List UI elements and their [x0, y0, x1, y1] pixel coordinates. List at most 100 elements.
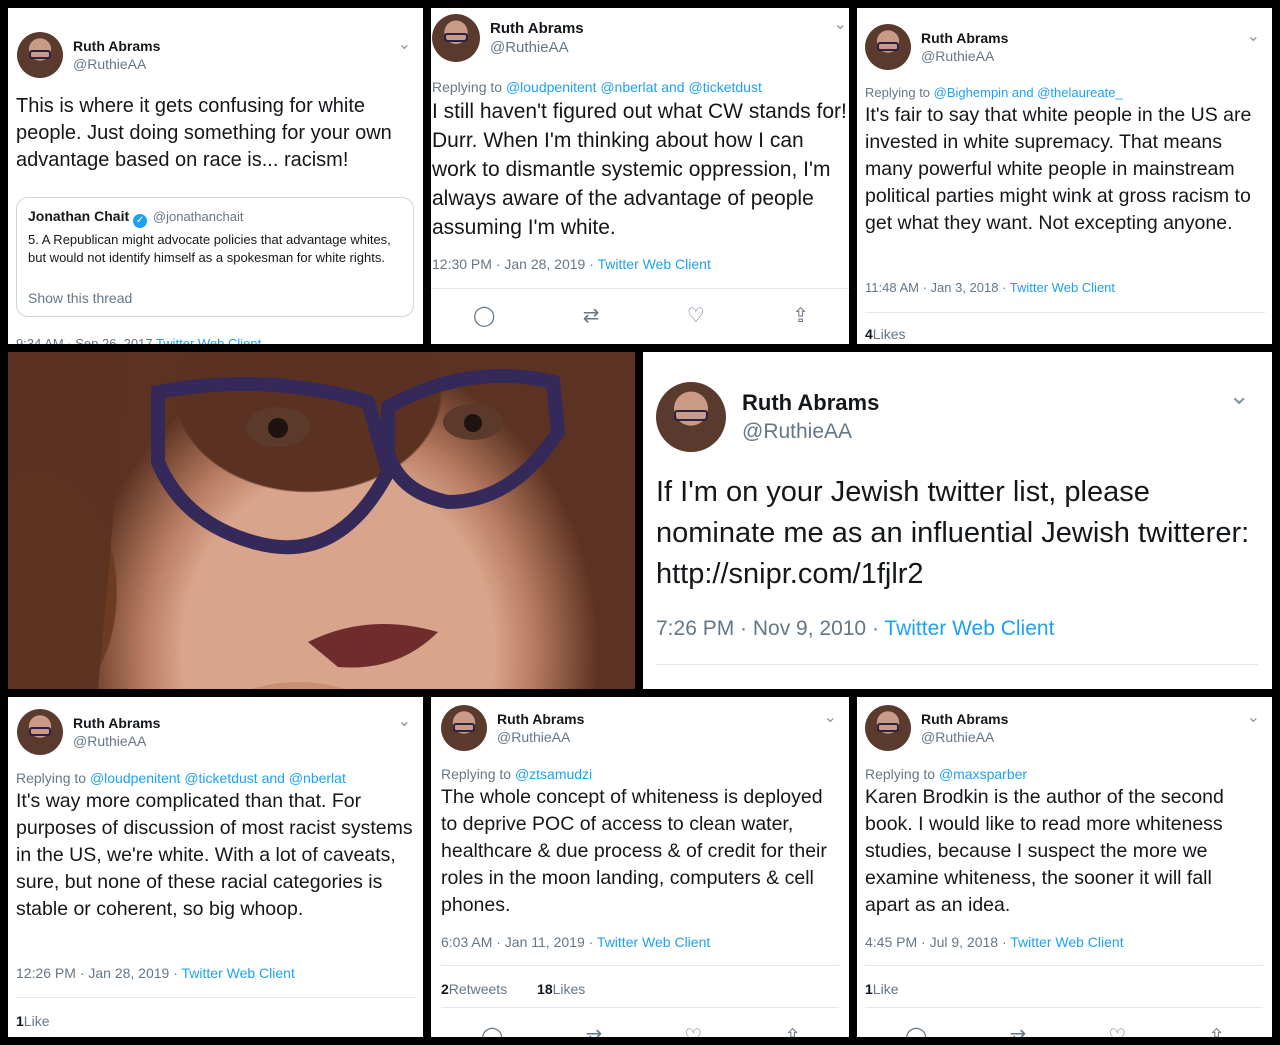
- chevron-down-icon[interactable]: ⌄: [398, 34, 411, 54]
- tweet-client-link[interactable]: Twitter Web Client: [156, 336, 261, 344]
- tweet-client-link[interactable]: Twitter Web Client: [1010, 280, 1115, 295]
- tweet-header: Ruth Abrams @RuthieAA: [432, 14, 584, 62]
- tweet-timestamp[interactable]: 7:26 PM · Nov 9, 2010 ·: [656, 617, 884, 640]
- avatar[interactable]: [432, 14, 480, 62]
- reply-icon[interactable]: ◯: [473, 303, 495, 328]
- likes-label: Like: [23, 1013, 50, 1029]
- author-handle[interactable]: @RuthieAA: [73, 733, 160, 749]
- tweet-timestamp[interactable]: 9:34 AM · Sep 26, 2017: [16, 336, 153, 344]
- chevron-down-icon[interactable]: ⌄: [1247, 26, 1260, 46]
- author-name[interactable]: Ruth Abrams: [497, 711, 584, 727]
- tweet-actions: ◯ ⇄ ♡ ⇪: [473, 303, 809, 328]
- tweet-meta: 12:26 PM · Jan 28, 2019 · Twitter Web Cl…: [16, 965, 295, 981]
- reply-icon[interactable]: ◯: [905, 1024, 927, 1037]
- likes-count: 18: [537, 981, 553, 997]
- replying-to-label: Replying to: [432, 79, 503, 95]
- chevron-down-icon[interactable]: ⌄: [824, 707, 837, 727]
- author-name[interactable]: Ruth Abrams: [742, 390, 879, 416]
- author-name[interactable]: Ruth Abrams: [921, 711, 1008, 727]
- retweets-label: Retweets: [448, 981, 508, 997]
- replying-to: Replying to @loudpenitent @nberlat and @…: [432, 79, 762, 95]
- tweet-client-link[interactable]: Twitter Web Client: [598, 256, 711, 272]
- like-icon[interactable]: ♡: [1108, 1024, 1126, 1037]
- tweet-header: Ruth Abrams @RuthieAA: [441, 705, 584, 751]
- tweet-client-link[interactable]: Twitter Web Client: [1010, 934, 1123, 950]
- divider: [16, 997, 416, 998]
- author-name[interactable]: Ruth Abrams: [73, 715, 160, 731]
- share-icon[interactable]: ⇪: [784, 1024, 801, 1037]
- avatar[interactable]: [17, 709, 63, 755]
- avatar[interactable]: [865, 24, 911, 70]
- author-handle[interactable]: @RuthieAA: [490, 39, 584, 56]
- tweet-client-link[interactable]: Twitter Web Client: [182, 965, 295, 981]
- replying-to-users[interactable]: @loudpenitent @ticketdust and @nberlat: [90, 770, 346, 786]
- tweet-meta: 11:48 AM · Jan 3, 2018 · Twitter Web Cli…: [865, 280, 1115, 295]
- retweet-icon[interactable]: ⇄: [583, 303, 600, 328]
- replying-to-users[interactable]: @ztsamudzi: [515, 766, 592, 782]
- tweet-panel-2: Ruth Abrams @RuthieAA ⌄ Replying to @lou…: [431, 8, 849, 344]
- avatar[interactable]: [17, 32, 63, 78]
- author-name[interactable]: Ruth Abrams: [490, 20, 584, 37]
- replying-to: Replying to @maxsparber: [865, 766, 1027, 782]
- tweet-text: This is where it gets confusing for whit…: [16, 95, 392, 171]
- retweet-icon[interactable]: ⇄: [1009, 1024, 1026, 1037]
- author-name[interactable]: Ruth Abrams: [73, 38, 160, 54]
- author-handle[interactable]: @RuthieAA: [921, 729, 1008, 745]
- tweet-meta: 9:34 AM · Sep 26, 2017 Twitter Web Clien…: [16, 336, 261, 344]
- author-handle[interactable]: @RuthieAA: [497, 729, 584, 745]
- likes-stat[interactable]: 1Like: [865, 981, 898, 997]
- author-handle[interactable]: @RuthieAA: [742, 420, 879, 444]
- chevron-down-icon[interactable]: ⌄: [1228, 380, 1250, 411]
- tweet-panel-5: Ruth Abrams @RuthieAA ⌄ Replying to @lou…: [8, 697, 423, 1037]
- tweet-client-link[interactable]: Twitter Web Client: [597, 934, 710, 950]
- quote-text: 5. A Republican might advocate policies …: [28, 232, 391, 265]
- like-icon[interactable]: ♡: [687, 303, 705, 328]
- replying-to-users[interactable]: @maxsparber: [939, 766, 1027, 782]
- tweet-panel-7: Ruth Abrams @RuthieAA ⌄ Replying to @max…: [857, 697, 1272, 1037]
- avatar[interactable]: [865, 705, 911, 751]
- tweet-timestamp[interactable]: 11:48 AM · Jan 3, 2018 ·: [865, 280, 1010, 295]
- chevron-down-icon[interactable]: ⌄: [1247, 707, 1260, 727]
- avatar[interactable]: [656, 382, 726, 452]
- divider: [441, 965, 839, 966]
- likes-label: Likes: [552, 981, 586, 997]
- avatar[interactable]: [441, 705, 487, 751]
- likes-label: Likes: [872, 326, 906, 342]
- chevron-down-icon[interactable]: ⌄: [834, 14, 847, 34]
- verified-icon: ✓: [133, 214, 148, 228]
- author-name[interactable]: Ruth Abrams: [921, 30, 1008, 46]
- tweet-panel-4: Ruth Abrams @RuthieAA ⌄ If I'm on your J…: [643, 352, 1272, 689]
- tweet-meta: 4:45 PM · Jul 9, 2018 · Twitter Web Clie…: [865, 934, 1124, 950]
- tweet-timestamp[interactable]: 6:03 AM · Jan 11, 2019 ·: [441, 934, 597, 950]
- author-handle[interactable]: @RuthieAA: [921, 48, 1008, 64]
- divider: [431, 288, 849, 289]
- likes-stat[interactable]: 1Like: [16, 1013, 49, 1029]
- likes-count: 1: [16, 1013, 24, 1029]
- replying-to: Replying to @Bighempin and @thelaureate_: [865, 85, 1123, 100]
- retweet-icon[interactable]: ⇄: [585, 1024, 602, 1037]
- chevron-down-icon[interactable]: ⌄: [398, 711, 411, 731]
- likes-stat[interactable]: 4Likes: [865, 326, 905, 342]
- tweet-meta: 12:30 PM · Jan 28, 2019 · Twitter Web Cl…: [432, 256, 711, 272]
- show-thread-link[interactable]: Show this thread: [28, 290, 132, 306]
- tweet-timestamp[interactable]: 12:30 PM · Jan 28, 2019 ·: [432, 256, 598, 272]
- retweets-stat[interactable]: 2Retweets: [441, 981, 507, 997]
- tweet-meta: 7:26 PM · Nov 9, 2010 · Twitter Web Clie…: [656, 617, 1054, 641]
- tweet-timestamp[interactable]: 12:26 PM · Jan 28, 2019 ·: [16, 965, 182, 981]
- likes-count: 4: [865, 326, 873, 342]
- likes-count: 1: [865, 981, 873, 997]
- tweet-timestamp[interactable]: 4:45 PM · Jul 9, 2018 ·: [865, 934, 1010, 950]
- like-icon[interactable]: ♡: [684, 1024, 702, 1037]
- replying-to-users[interactable]: @loudpenitent @nberlat and @ticketdust: [506, 79, 762, 95]
- likes-stat[interactable]: 18Likes: [537, 981, 585, 997]
- share-icon[interactable]: ⇪: [792, 303, 809, 328]
- share-icon[interactable]: ⇪: [1208, 1024, 1225, 1037]
- quoted-tweet[interactable]: Jonathan Chait ✓ @jonathanchait 5. A Rep…: [16, 197, 414, 317]
- photo-face-illustration: [8, 352, 566, 689]
- author-handle[interactable]: @RuthieAA: [73, 56, 160, 72]
- tweet-text: I still haven't figured out what CW stan…: [432, 100, 847, 239]
- tweet-client-link[interactable]: Twitter Web Client: [884, 617, 1054, 640]
- reply-icon[interactable]: ◯: [481, 1024, 503, 1037]
- replying-to: Replying to @loudpenitent @ticketdust an…: [16, 770, 346, 786]
- replying-to-users[interactable]: @Bighempin and @thelaureate_: [934, 85, 1123, 100]
